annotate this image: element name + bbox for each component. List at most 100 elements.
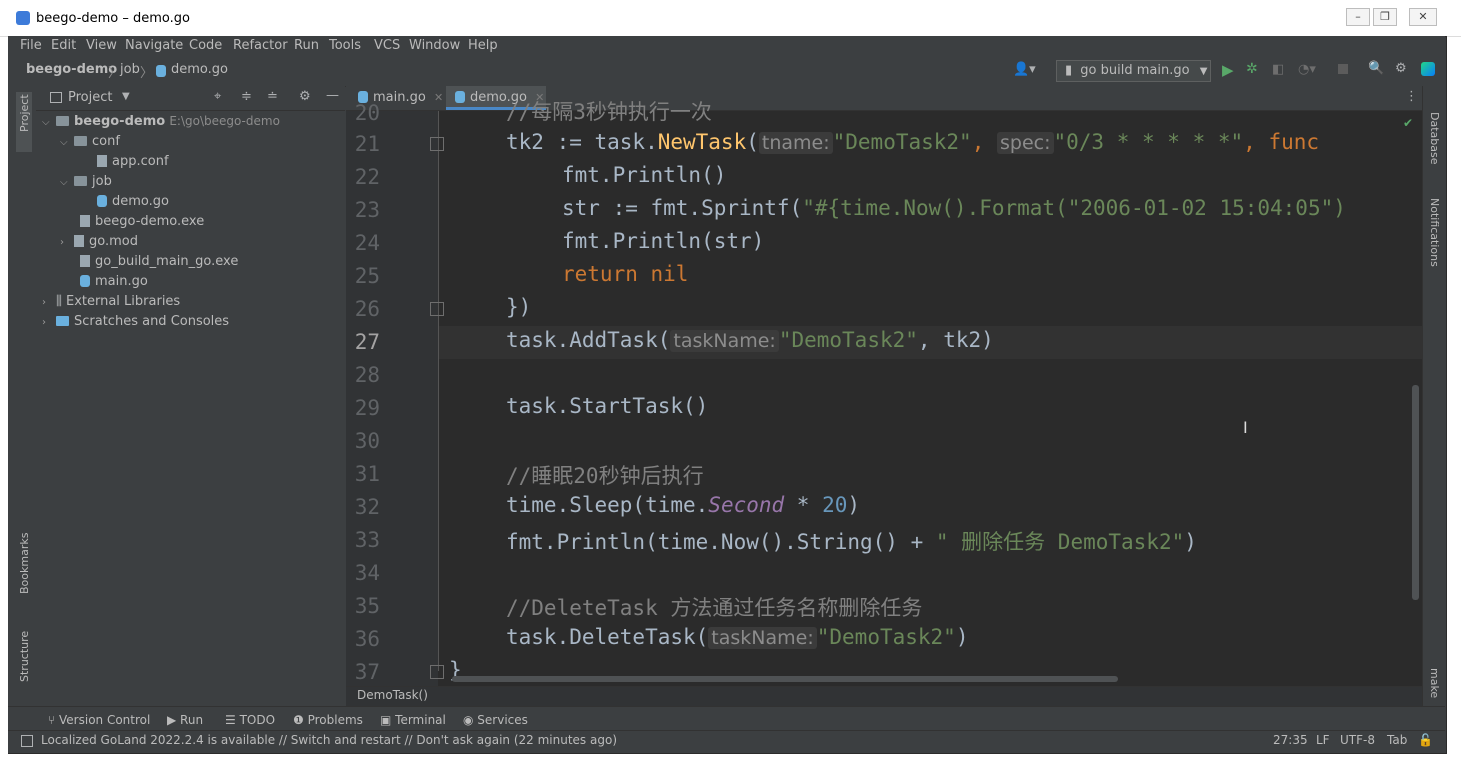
tool-services[interactable]: ◉ Services (463, 713, 528, 727)
line-number: 26 (354, 297, 380, 321)
chevron-right-icon: › (60, 237, 64, 248)
locate-icon[interactable]: ⌖ (214, 89, 221, 104)
line-number: 37 (354, 660, 380, 684)
terminal-icon: ▣ (380, 713, 396, 727)
menu-edit[interactable]: Edit (51, 38, 76, 53)
go-file-icon (80, 275, 90, 287)
menu-view[interactable]: View (86, 38, 117, 53)
vertical-scrollbar[interactable] (1412, 385, 1419, 600)
stripe-project[interactable]: Project (18, 94, 31, 132)
menu-run[interactable]: Run (294, 38, 319, 53)
code-line-27: task.AddTask(taskName: "DemoTask2", tk2) (506, 328, 994, 352)
tree-item-demo-go[interactable]: demo.go (97, 194, 169, 209)
gear-icon[interactable]: ⚙ (1395, 61, 1407, 76)
menu-vcs[interactable]: VCS (374, 38, 400, 53)
code-line-25: return nil (562, 262, 689, 286)
menu-window[interactable]: Window (409, 38, 460, 53)
chevron-down-icon[interactable]: ▼ (122, 91, 130, 102)
param-hint: taskName: (708, 627, 817, 649)
tree-item-go-mod[interactable]: › go.mod (60, 234, 138, 249)
menu-refactor[interactable]: Refactor (233, 38, 288, 53)
run-configuration-select[interactable]: ▮ go build main.go ▼ (1056, 60, 1211, 82)
fold-icon[interactable] (430, 302, 444, 316)
coverage-icon[interactable]: ◧ (1272, 62, 1284, 77)
executable-file-icon (80, 215, 90, 227)
text-cursor-icon: I (1243, 418, 1248, 437)
indent-setting[interactable]: Tab (1387, 733, 1407, 747)
menu-tools[interactable]: Tools (329, 38, 361, 53)
tree-label: demo.go (112, 194, 169, 209)
collapse-all-icon[interactable]: ≐ (267, 89, 278, 104)
param-hint: taskName: (670, 330, 779, 352)
run-icon[interactable]: ▶ (1222, 61, 1234, 79)
tool-todo[interactable]: ☰ TODO (225, 713, 275, 727)
fold-guide (438, 111, 439, 671)
panel-toggle-icon[interactable] (21, 735, 33, 747)
tree-label: go_build_main_go.exe (95, 254, 239, 269)
debug-icon[interactable]: ✲ (1246, 61, 1258, 77)
stripe-notifications[interactable]: Notifications (1428, 198, 1441, 267)
stripe-make[interactable]: make (1428, 668, 1441, 698)
gear-icon[interactable]: ⚙ (299, 89, 311, 104)
tool-window-bar (8, 706, 1445, 731)
line-number: 30 (354, 429, 380, 453)
go-file-icon (156, 65, 166, 77)
fold-icon[interactable] (430, 137, 444, 151)
file-encoding[interactable]: UTF-8 (1340, 733, 1375, 747)
hide-icon[interactable]: — (326, 88, 339, 103)
more-icon[interactable]: ⋮ (1405, 89, 1418, 104)
tree-item-conf[interactable]: ⌵ conf (60, 134, 120, 149)
tool-version-control[interactable]: ⑂ Version Control (48, 713, 150, 727)
breadcrumb-project[interactable]: beego-demo (26, 62, 117, 77)
line-number: 20 (354, 101, 380, 125)
profile-icon[interactable]: ◔▾ (1298, 62, 1316, 77)
param-hint: spec: (997, 132, 1054, 154)
tree-item-main-go[interactable]: main.go (80, 274, 148, 289)
stop-icon[interactable] (1338, 64, 1348, 74)
menu-navigate[interactable]: Navigate (125, 38, 183, 53)
tree-item-beego-demo-exe[interactable]: beego-demo.exe (80, 214, 204, 229)
menu-help[interactable]: Help (468, 38, 498, 53)
tree-item-go-build-exe[interactable]: go_build_main_go.exe (80, 254, 238, 269)
user-icon[interactable]: 👤▾ (1013, 62, 1036, 77)
code-line-35: //DeleteTask 方法通过任务名称删除任务 (506, 596, 923, 620)
horizontal-scrollbar[interactable] (452, 676, 1118, 682)
tree-label: go.mod (89, 234, 138, 249)
caret-position[interactable]: 27:35 (1273, 733, 1308, 747)
tree-item-scratches[interactable]: › Scratches and Consoles (42, 314, 229, 329)
tree-root[interactable]: ⌵ beego-demo E:\go\beego-demo (42, 114, 280, 129)
tree-item-job[interactable]: ⌵ job (60, 174, 112, 189)
line-number: 21 (354, 132, 380, 156)
close-icon[interactable]: ✕ (434, 91, 443, 104)
go-file-icon (97, 195, 107, 207)
search-icon[interactable]: 🔍 (1368, 61, 1384, 76)
info-icon: ❶ (293, 713, 308, 727)
tree-item-app-conf[interactable]: app.conf (97, 154, 169, 169)
breadcrumb-folder[interactable]: job (120, 62, 140, 77)
tool-run[interactable]: ▶ Run (167, 713, 203, 727)
goland-logo-icon[interactable] (1421, 62, 1435, 76)
tool-terminal[interactable]: ▣ Terminal (380, 713, 446, 727)
status-message[interactable]: Localized GoLand 2022.2.4 is available /… (41, 733, 617, 747)
expand-all-icon[interactable]: ≑ (241, 89, 252, 104)
module-file-icon (74, 235, 84, 247)
line-separator[interactable]: LF (1316, 733, 1330, 747)
project-view-title[interactable]: Project (68, 90, 112, 105)
editor-breadcrumb[interactable]: DemoTask() (357, 688, 428, 702)
line-number: 35 (354, 594, 380, 618)
stripe-database[interactable]: Database (1428, 112, 1441, 165)
services-icon: ◉ (463, 713, 478, 727)
menu-code[interactable]: Code (189, 38, 222, 53)
breadcrumb-file[interactable]: demo.go (171, 62, 228, 77)
minimize-button[interactable]: – (1346, 8, 1370, 26)
close-window-button[interactable]: ✕ (1409, 8, 1437, 26)
tree-item-external-libraries[interactable]: › ⫼ External Libraries (42, 294, 180, 309)
restore-button[interactable]: ❐ (1373, 8, 1397, 26)
folder-icon (56, 116, 69, 126)
stripe-structure[interactable]: Structure (18, 631, 31, 682)
lock-icon[interactable]: 🔓 (1418, 733, 1433, 747)
tool-problems[interactable]: ❶ Problems (293, 713, 363, 727)
stripe-bookmarks[interactable]: Bookmarks (18, 533, 31, 594)
menu-file[interactable]: File (20, 38, 42, 53)
fold-icon[interactable] (430, 665, 444, 679)
